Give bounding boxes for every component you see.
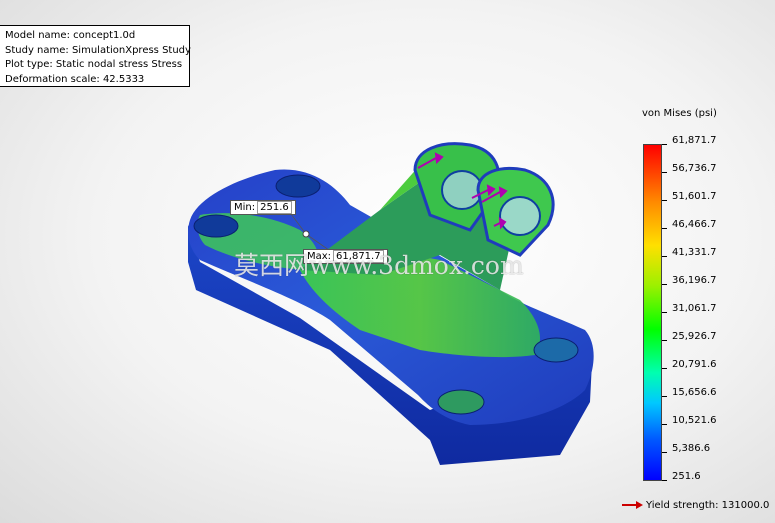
legend-tick-mark [662,396,667,397]
legend-tick-mark [662,452,667,453]
deformation-scale: Deformation scale: 42.5333 [5,73,145,85]
legend-tick-label: 61,871.7 [672,135,717,146]
mount-hole-left [193,214,239,238]
min-value: 251.6 [257,201,292,214]
legend-tick-mark [662,284,667,285]
plot-type: Plot type: Static nodal stress Stress [5,59,183,70]
legend-tick-label: 20,791.6 [672,359,717,370]
mount-hole-bottom [437,389,485,415]
legend-tick-label: 56,736.7 [672,163,717,174]
legend-tick-label: 46,466.7 [672,219,717,230]
study-info-box: Model name: concept1.0d Study name: Simu… [0,25,191,87]
legend-tick-label: 36,196.7 [672,275,717,286]
legend-color-bar [643,144,662,481]
legend-title: von Mises (psi) [642,108,717,119]
legend-tick-mark [662,368,667,369]
legend-tick-label: 31,061.7 [672,303,717,314]
min-label: Min: [234,202,256,213]
model-name: Model name: concept1.0d [5,30,136,41]
study-name: Study name: SimulationXpress Study [5,44,191,56]
yield-strength-label: Yield strength: 131000.0 [646,500,770,511]
legend-tick-mark [662,228,667,229]
lug-hole-right [499,196,541,236]
legend-tick-label: 10,521.6 [672,415,717,426]
legend-tick-label: 25,926.7 [672,331,717,342]
legend-tick-mark [662,340,667,341]
legend-tick-mark [662,480,667,481]
watermark-text: 莫西网www.3dmox.com [234,251,524,280]
yield-arrow-icon [622,501,643,509]
legend-tick-mark [662,144,667,145]
mount-hole-right [533,337,579,363]
legend-tick-label: 15,656.6 [672,387,717,398]
legend-tick-label: 51,601.7 [672,191,717,202]
legend-tick-mark [662,200,667,201]
legend-tick-label: 251.6 [672,471,701,482]
legend-tick-label: 5,386.6 [672,443,711,454]
yield-strength-row: Yield strength: 131000.0 [622,500,769,511]
legend-tick-mark [662,172,667,173]
legend-tick-mark [662,424,667,425]
mount-hole-top [275,174,321,198]
legend-tick-mark [662,312,667,313]
legend-tick-mark [662,256,667,257]
probe-point [302,230,310,238]
min-callout[interactable]: Min: 251.6 [230,200,296,215]
legend-tick-label: 41,331.7 [672,247,717,258]
lug-hole-left [441,170,483,210]
